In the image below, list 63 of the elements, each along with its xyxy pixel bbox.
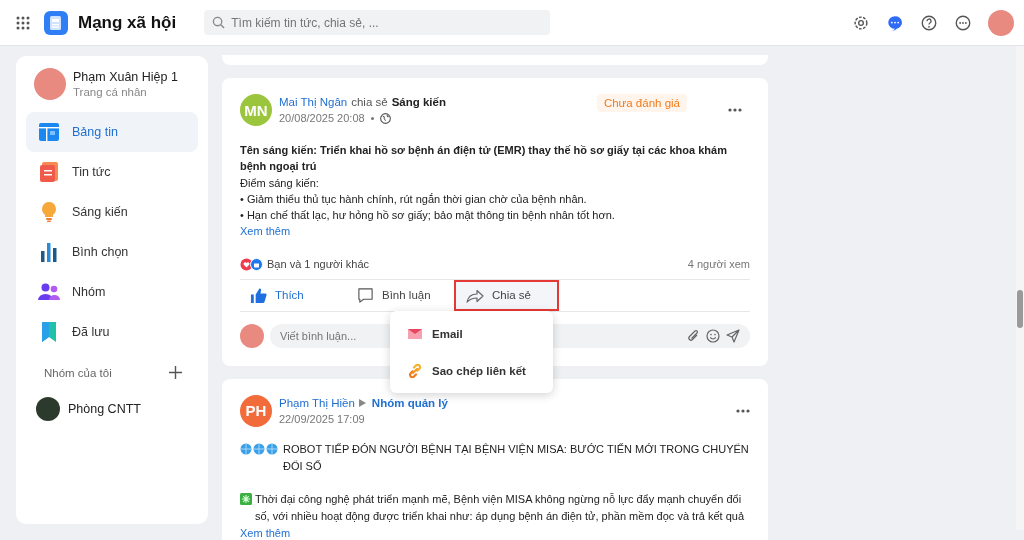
group-name[interactable]: Nhóm quản lý [371,396,448,409]
settings-icon[interactable] [852,13,870,32]
triangle-right-icon [358,398,366,407]
send-icon[interactable] [726,328,740,343]
share-arrow-icon [466,287,484,304]
author-name[interactable]: Phạm Thị Hiền [279,396,355,409]
scrollbar-thumb[interactable] [1017,290,1023,328]
sidebar-item[interactable]: Nhóm [26,272,198,312]
status-badge: Chưa đánh giá [596,94,687,112]
reaction-summary[interactable]: Bạn và 1 người khác [267,258,370,271]
newspaper-icon [38,161,60,183]
people-icon [38,281,60,303]
dot-icon [370,116,374,120]
profile-subtitle: Trang cá nhân [73,86,148,98]
link-icon [408,363,422,378]
more-options-icon[interactable] [728,108,742,112]
group-item[interactable]: Phòng CNTT [26,397,198,421]
add-icon[interactable] [169,366,182,379]
post-time: 20/08/2025 20:08 [279,112,365,124]
more-options-icon[interactable] [736,408,750,413]
more-options-icon[interactable] [954,13,972,32]
group-avatar [36,397,60,421]
like-button[interactable]: Thích [240,279,345,311]
dashboard-icon [38,121,60,143]
envelope-icon [408,328,422,339]
post-text: ROBOT TIẾP ĐÓN NGƯỜI BỆNH TẠI BỆNH VIỆN MISA: BƯỚC TIẾN MỚI TRONG CHUYỂN ĐỔI SỐ [283,441,750,474]
sidebar-item[interactable]: Sáng kiến [26,192,198,232]
speech-bubble-icon [357,286,374,304]
paperclip-icon[interactable] [687,328,700,343]
post-text: Điểm sáng kiến: [240,175,320,191]
sparkle-icon [240,492,252,505]
thumbs-up-icon [250,286,267,304]
post-text: • Giảm thiểu thủ tục hành chính, rút ngắn thời gian chờ của bệnh nhân. [240,191,588,207]
share-button[interactable]: Chia sẻ [454,279,559,311]
profile-name[interactable]: Phạm Xuân Hiệp 1 [73,70,178,84]
sidebar-item[interactable]: Bình chọn [26,232,198,272]
menu-item[interactable]: Sao chép liên kết [390,352,553,389]
user-avatar [240,323,264,348]
menu-item[interactable]: Email [390,315,553,352]
help-icon[interactable] [920,13,938,32]
sidebar-item[interactable]: Bảng tin [26,112,198,152]
sidebar-item[interactable]: Đã lưu [26,312,198,352]
emoji-icon[interactable] [706,328,720,343]
view-count: 4 người xem [687,258,750,271]
reaction-icon [240,257,264,271]
author-name[interactable]: Mai Thị Ngân [279,96,348,108]
see-more-link[interactable]: Xem thêm [240,223,291,240]
action-text: chia sẻ [351,96,388,108]
search-field[interactable]: Tìm kiếm tin tức, chia sẻ, ... [204,10,551,35]
apps-grid-icon[interactable] [16,15,30,30]
newspaper-logo-icon [44,10,68,35]
comment-button[interactable]: Bình luận [347,279,452,311]
target-name[interactable]: Sáng kiến [391,96,446,108]
sidebar-item[interactable]: Tin tức [26,152,198,192]
post-title: Tên sáng kiến: Triển khai hồ sơ bệnh án điện tử (EMR) thay thế hồ sơ giấy tại các khoa khám bệnh ngoại trú [240,143,728,175]
post-text: • Hạn chế thất lạc, hư hỏng hồ sơ giấy; bảo mật thông tin bệnh nhân tốt hơn. [240,208,616,224]
groups-heading: Nhóm của tôi [44,366,112,379]
post-text: Thời đại công nghệ phát triển mạnh mẽ, Bệnh viện MISA không ngừng nỗ lực đẩy mạnh chuyển đổi số, với nhiều hoạt động được triển khai như: áp dụng bệnh án điện tử, phần mềm đọc và trả kết quả [255,491,746,524]
chat-bubble-icon[interactable] [886,13,904,32]
app-title: Mạng xã hội [78,12,177,33]
see-more-link[interactable]: Xem thêm [240,524,291,540]
post-time: 22/09/2025 17:09 [279,412,365,425]
bar-chart-icon [38,241,60,263]
